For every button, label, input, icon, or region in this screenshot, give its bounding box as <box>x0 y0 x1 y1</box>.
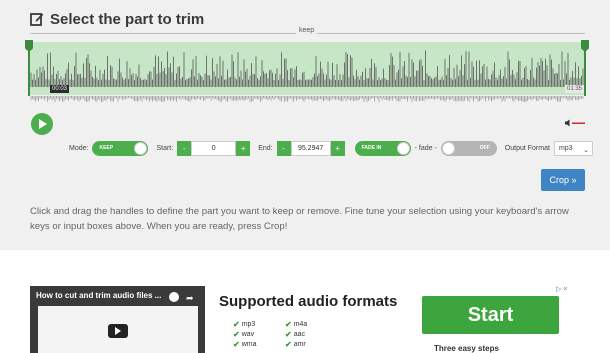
play-button[interactable] <box>31 113 53 135</box>
start-handle[interactable] <box>25 40 33 96</box>
fade-out-toggle-label: OFF <box>479 144 490 151</box>
title-row: Select the part to trim <box>30 8 204 30</box>
mode-label: Mode: <box>69 144 89 152</box>
keep-region-label: keep <box>296 27 318 34</box>
page-title: Select the part to trim <box>50 10 205 28</box>
start-increment-button[interactable]: + <box>236 140 251 156</box>
check-icon: ✔ <box>285 330 292 339</box>
format-item: ✔ wav <box>233 330 285 339</box>
format-item: ✔ aac <box>285 330 337 339</box>
fade-in-toggle-knob <box>396 141 410 155</box>
chevron-down-icon: ⌄ <box>583 146 589 154</box>
check-icon: ✔ <box>233 340 240 349</box>
start-button[interactable]: Start <box>422 296 559 334</box>
format-item: ✔ amr <box>285 340 337 349</box>
end-increment-button[interactable]: + <box>330 140 345 156</box>
start-time-tag: 00:03 <box>50 85 70 93</box>
fade-out-toggle-knob <box>441 141 455 155</box>
fade-out-toggle[interactable]: OFF <box>440 140 497 156</box>
format-item: ✔ wma <box>233 340 285 349</box>
start-decrement-button[interactable]: - <box>177 140 192 156</box>
start-label: Start: <box>156 144 174 152</box>
output-format-label: Output Format <box>504 144 550 152</box>
mode-toggle-knob <box>134 141 148 155</box>
format-item: ✔ mp3 <box>233 320 285 329</box>
share-icon[interactable]: ➦ <box>186 293 194 304</box>
waveform <box>30 50 584 102</box>
end-handle[interactable] <box>581 40 589 96</box>
crop-button[interactable]: Crop » <box>541 169 585 191</box>
mode-toggle[interactable]: KEEP <box>92 140 149 156</box>
end-time-tag: 01:35 <box>565 85 585 93</box>
mode-toggle-label: KEEP <box>99 144 114 151</box>
end-input[interactable]: 95.2947 <box>290 140 331 156</box>
output-format-select[interactable]: mp3 ⌄ <box>553 140 593 156</box>
help-text: Click and drag the handles to define the… <box>30 206 569 232</box>
check-icon: ✔ <box>233 320 240 329</box>
format-item: ✔ m4a <box>285 320 337 329</box>
end-label: End: <box>258 144 273 152</box>
format-label: m4a <box>293 321 308 328</box>
fade-in-toggle[interactable]: FADE IN <box>354 140 411 156</box>
format-label: amr <box>293 341 306 348</box>
waveform-editor[interactable]: 00:03 01:35 <box>25 40 589 102</box>
trim-controls: Mode: KEEP Start: - 0 + End: - 95.2947 +… <box>69 140 593 156</box>
trim-panel: Select the part to trim keep 00:03 01:35… <box>0 0 610 250</box>
format-label: wav <box>241 331 255 338</box>
check-icon: ✔ <box>285 320 292 329</box>
edit-icon <box>30 13 44 26</box>
volume-icon[interactable] <box>564 118 586 128</box>
check-icon: ✔ <box>233 330 240 339</box>
output-format-value: mp3 <box>558 144 573 152</box>
format-label: aac <box>293 331 305 338</box>
start-subtitle: Three easy steps <box>434 344 499 353</box>
video-title: How to cut and trim audio files ... <box>36 291 162 300</box>
end-decrement-button[interactable]: - <box>276 140 291 156</box>
clock-icon[interactable] <box>169 292 179 302</box>
formats-title: Supported audio formats <box>219 293 398 310</box>
start-input[interactable]: 0 <box>191 140 237 156</box>
ad-choices-icon[interactable]: ▷ × <box>556 285 567 293</box>
fade-in-toggle-label: FADE IN <box>361 144 382 151</box>
video-play-icon[interactable] <box>108 324 128 338</box>
format-label: mp3 <box>241 321 256 328</box>
formats-list: ✔ mp3 ✔ m4a ✔ wav ✔ aac ✔ wma ✔ amr <box>233 320 343 349</box>
fade-separator: - fade - <box>414 144 437 152</box>
check-icon: ✔ <box>285 340 292 349</box>
format-label: wma <box>241 341 257 348</box>
play-icon <box>39 119 47 129</box>
